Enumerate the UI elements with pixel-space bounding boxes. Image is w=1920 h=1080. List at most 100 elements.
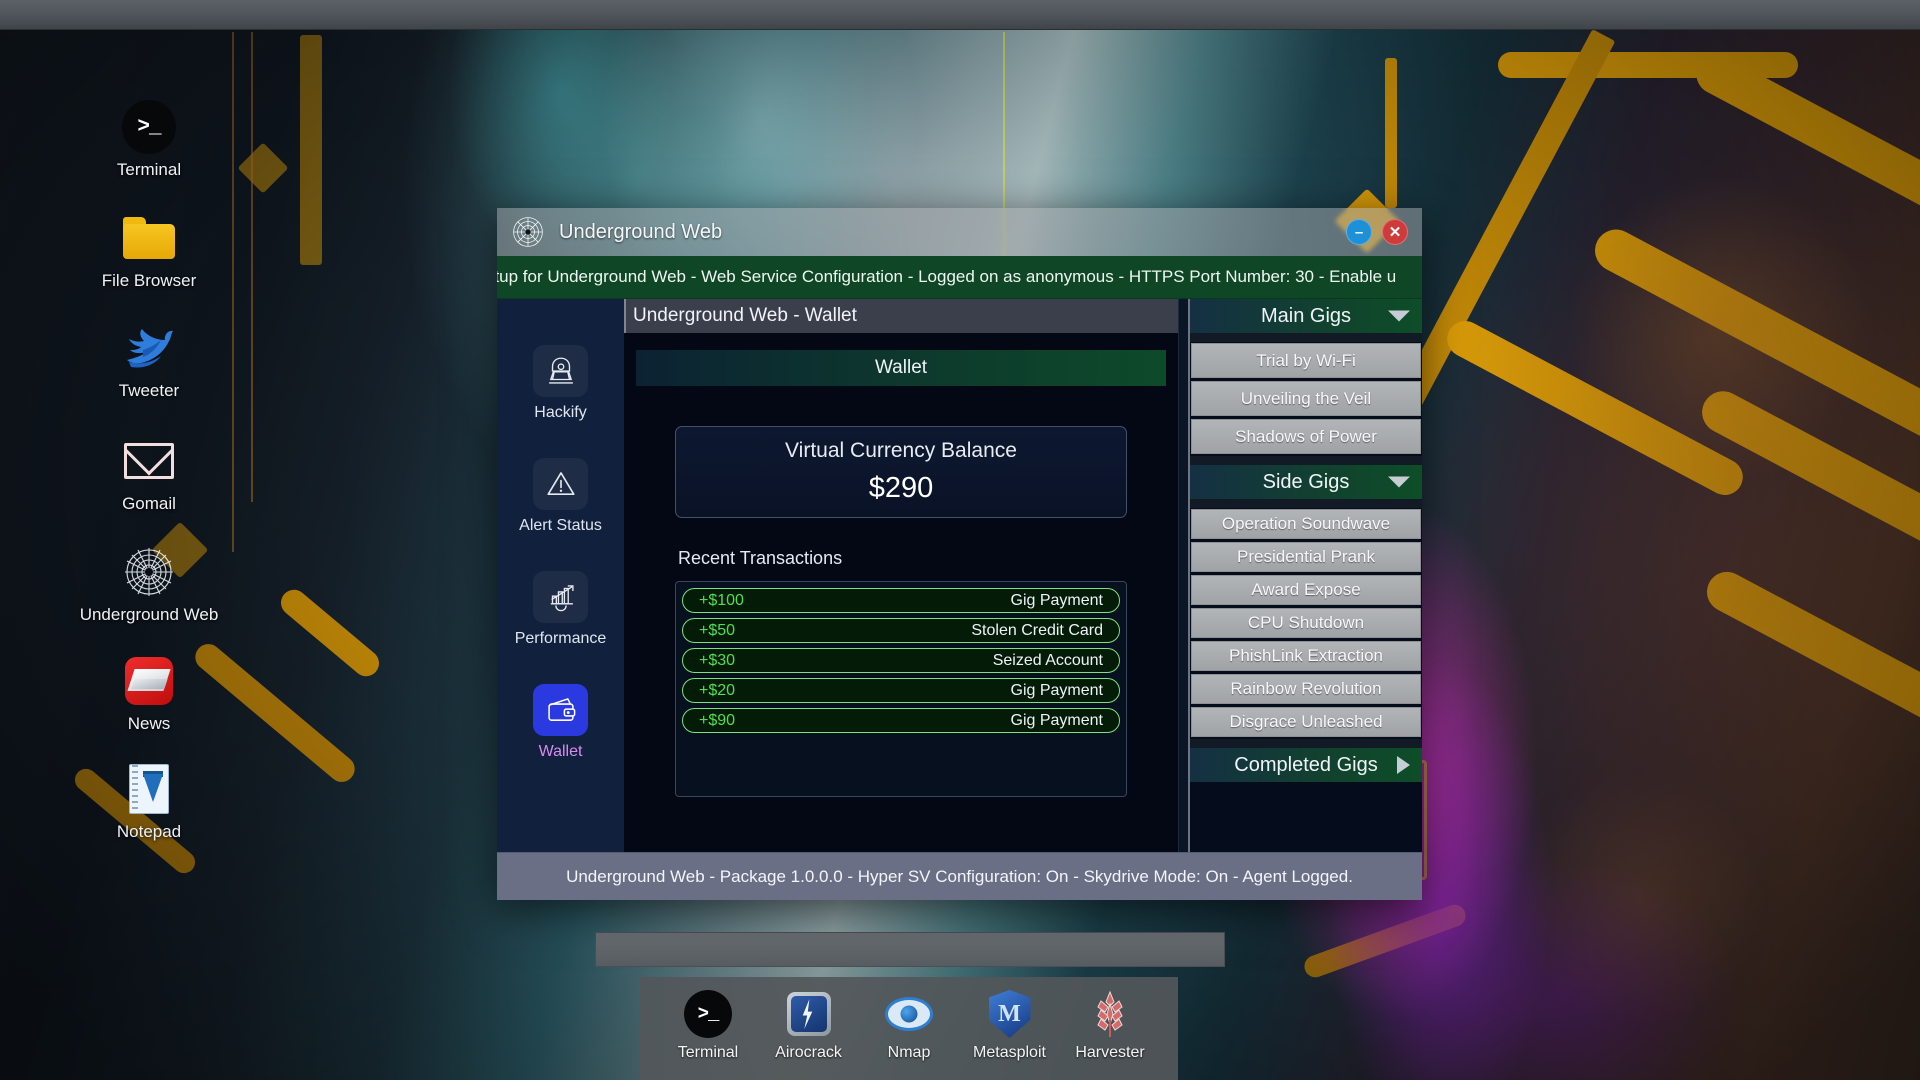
gig-item[interactable]: Trial by Wi-Fi (1191, 343, 1421, 378)
gigs-section-title: Completed Gigs (1234, 753, 1378, 776)
gig-item[interactable]: Shadows of Power (1191, 419, 1421, 454)
sidebar-item-label: Alert Status (519, 517, 602, 534)
window-statusbar: Underground Web - Package 1.0.0.0 - Hype… (497, 852, 1422, 900)
dock-item-label: Terminal (677, 1044, 739, 1061)
chevron-right-icon (1397, 756, 1410, 774)
envelope-icon (122, 434, 176, 488)
gigs-section-title: Main Gigs (1260, 304, 1352, 327)
content-scrollbar[interactable] (1178, 299, 1188, 852)
gigs-spacer (1190, 499, 1422, 508)
dock-item-label: Harvester (1075, 1044, 1145, 1061)
transaction-row[interactable]: +$100 Gig Payment (682, 588, 1120, 613)
gigs-section-main-header[interactable]: Main Gigs (1190, 299, 1422, 333)
gig-item[interactable]: Rainbow Revolution (1191, 674, 1421, 704)
terminal-icon: >_ (684, 989, 732, 1039)
sidebar-item-wallet[interactable]: Wallet (497, 684, 624, 761)
bar-chart-arrow-icon (533, 571, 588, 623)
marquee-text: etup for Underground Web - Web Service C… (497, 267, 1397, 286)
top-panel[interactable] (0, 0, 1920, 30)
transactions-list[interactable]: +$100 Gig Payment +$50 Stolen Credit Car… (675, 581, 1127, 797)
spider-web-icon (122, 545, 176, 599)
gigs-spacer (1190, 456, 1422, 465)
transaction-amount: +$100 (699, 591, 744, 609)
minimize-button[interactable]: – (1346, 219, 1372, 245)
desktop-icon-underground-web[interactable]: Underground Web (74, 545, 224, 625)
desktop-icon-gomail[interactable]: Gomail (74, 434, 224, 514)
gigs-spacer (1190, 739, 1422, 748)
window-body: Hackify Alert Status Performance Wallet … (497, 299, 1422, 852)
gig-item[interactable]: Disgrace Unleashed (1191, 707, 1421, 737)
bird-icon (122, 321, 176, 375)
gig-item[interactable]: Award Expose (1191, 575, 1421, 605)
gig-item[interactable]: Operation Soundwave (1191, 509, 1421, 539)
gig-item[interactable]: Unveiling the Veil (1191, 381, 1421, 416)
desktop-icon-label: Underground Web (79, 605, 219, 624)
gigs-section-side-header[interactable]: Side Gigs (1190, 465, 1422, 499)
transaction-row[interactable]: +$20 Gig Payment (682, 678, 1120, 703)
dock-item-metasploit[interactable]: M Metasploit (964, 989, 1056, 1062)
sidebar-item-label: Performance (514, 630, 607, 647)
desktop-icon-terminal[interactable]: >_ Terminal (74, 100, 224, 180)
content-header-title: Underground Web - Wallet (633, 305, 857, 326)
transaction-source: Stolen Credit Card (971, 621, 1103, 639)
balance-amount: $290 (868, 472, 934, 504)
desktop-icon-file-browser[interactable]: File Browser (74, 211, 224, 291)
newspaper-icon (122, 654, 176, 708)
gig-item[interactable]: Presidential Prank (1191, 542, 1421, 572)
wallet-content: Underground Web - Wallet Wallet Virtual … (624, 299, 1178, 852)
dock-item-terminal[interactable]: >_ Terminal (662, 989, 754, 1062)
transaction-amount: +$30 (699, 651, 736, 669)
transaction-row[interactable]: +$50 Stolen Credit Card (682, 618, 1120, 643)
sidebar-item-label: Wallet (538, 743, 583, 760)
gigs-empty-area (1190, 782, 1422, 850)
desktop-icon-label: Tweeter (118, 381, 180, 400)
transaction-amount: +$90 (699, 711, 736, 729)
wallet-icon (533, 684, 588, 736)
close-button[interactable]: ✕ (1382, 219, 1408, 245)
transaction-source: Gig Payment (1010, 711, 1103, 729)
wallet-banner: Wallet (636, 350, 1166, 386)
marquee-status-banner: etup for Underground Web - Web Service C… (497, 256, 1422, 299)
chevron-down-icon (1388, 310, 1410, 322)
dock-item-harvester[interactable]: Harvester (1064, 989, 1156, 1062)
desktop-icon-notepad[interactable]: Notepad (74, 762, 224, 842)
shield-m-icon: M (988, 989, 1031, 1039)
transaction-row[interactable]: +$90 Gig Payment (682, 708, 1120, 733)
desktop-icon-label: Notepad (116, 822, 182, 841)
desktop-icon-tweeter[interactable]: Tweeter (74, 321, 224, 401)
gigs-section-completed-header[interactable]: Completed Gigs (1190, 748, 1422, 782)
content-header: Underground Web - Wallet (624, 299, 1178, 333)
sidebar-item-alert-status[interactable]: Alert Status (497, 458, 624, 535)
desktop-icon-label: Gomail (122, 494, 176, 513)
transaction-amount: +$20 (699, 681, 736, 699)
lightning-shield-icon (786, 989, 831, 1039)
folder-icon (122, 211, 176, 265)
hacker-hoodie-icon (533, 345, 588, 397)
dock-item-airocrack[interactable]: Airocrack (763, 989, 855, 1062)
balance-card: Virtual Currency Balance $290 (675, 426, 1127, 518)
desktop-icon-news[interactable]: News (74, 654, 224, 734)
sidebar-item-performance[interactable]: Performance (497, 571, 624, 648)
dock: >_ Terminal Airocrack Nmap M Metasploit (640, 977, 1178, 1080)
dock-item-label: Nmap (887, 1044, 931, 1061)
sidebar-item-hackify[interactable]: Hackify (497, 345, 624, 422)
desktop-icon-label: News (127, 714, 171, 733)
taskbar-strip[interactable] (595, 932, 1225, 967)
warning-triangle-icon (533, 458, 588, 510)
window-title: Underground Web (559, 220, 723, 243)
underground-web-window: Underground Web – ✕ etup for Underground… (497, 208, 1422, 900)
dock-item-label: Airocrack (775, 1044, 842, 1061)
dock-item-label: Metasploit (973, 1044, 1046, 1061)
transaction-source: Gig Payment (1010, 681, 1103, 699)
transaction-row[interactable]: +$30 Seized Account (682, 648, 1120, 673)
gig-item[interactable]: CPU Shutdown (1191, 608, 1421, 638)
dock-item-nmap[interactable]: Nmap (863, 989, 955, 1062)
gigs-section-title: Side Gigs (1262, 470, 1350, 493)
spider-web-icon (511, 215, 545, 249)
gig-item[interactable]: PhishLink Extraction (1191, 641, 1421, 671)
app-sidebar: Hackify Alert Status Performance Wallet (497, 299, 624, 852)
transaction-source: Gig Payment (1010, 591, 1103, 609)
gigs-spacer (1190, 333, 1422, 342)
window-titlebar[interactable]: Underground Web – ✕ (497, 208, 1422, 256)
wheat-icon (1088, 989, 1132, 1039)
